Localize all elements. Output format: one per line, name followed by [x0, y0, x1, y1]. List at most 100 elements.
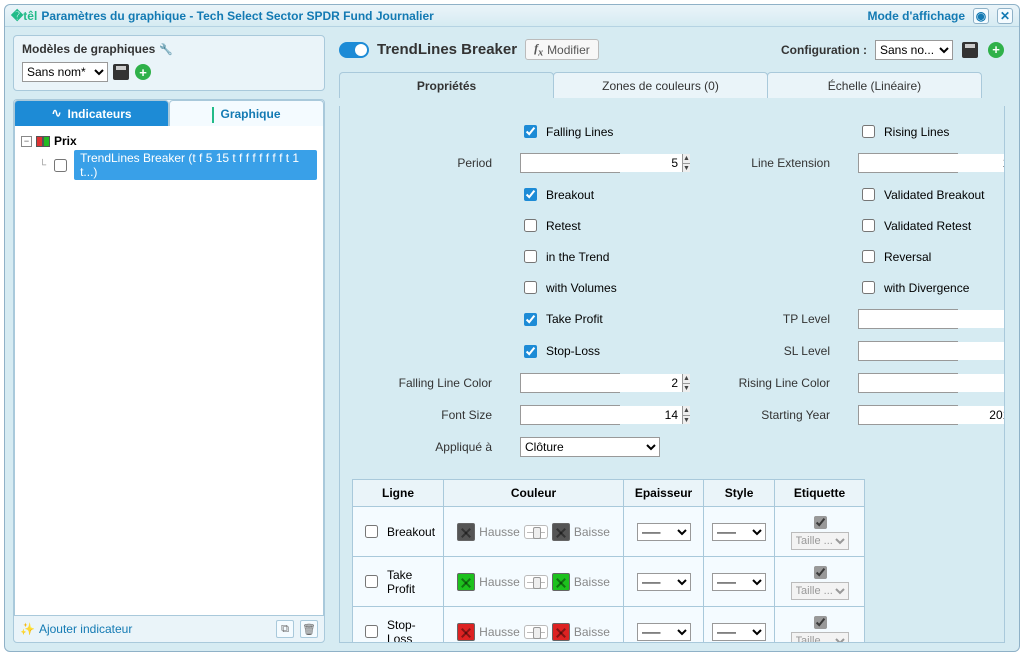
line-extension-label: Line Extension	[684, 156, 834, 170]
properties-panel: Falling Lines Rising Lines Period ▲▼ Lin…	[339, 106, 1005, 643]
sl-label-check[interactable]	[814, 616, 827, 629]
tab-chart[interactable]: Graphique	[169, 100, 324, 126]
in-trend-check[interactable]: in the Trend	[520, 247, 660, 266]
tab-scale[interactable]: Échelle (Linéaire)	[767, 72, 982, 98]
sl-up-color[interactable]	[457, 623, 475, 641]
sl-level-input[interactable]: ▲▼	[858, 341, 958, 361]
plus-icon: +	[988, 42, 1004, 58]
indicator-name: TrendLines Breaker	[377, 41, 517, 58]
breakout-thickness[interactable]: ──	[637, 523, 691, 541]
config-select[interactable]: Sans no...	[875, 40, 953, 60]
tp-up-color[interactable]	[457, 573, 475, 591]
indicator-toggle[interactable]	[339, 42, 369, 58]
model-select[interactable]: Sans nom*	[22, 62, 108, 82]
config-label: Configuration :	[781, 43, 867, 57]
retest-check[interactable]: Retest	[520, 216, 660, 235]
tab-properties-label: Propriétés	[417, 79, 476, 93]
tp-thickness[interactable]: ──	[637, 573, 691, 591]
table-row: Stop-Loss Hausse Baisse ── ── Taille ...	[353, 607, 865, 643]
falling-line-color-input[interactable]: ▲▼	[520, 373, 620, 393]
price-color-swatch	[36, 136, 50, 147]
breakout-style[interactable]: ──	[712, 523, 766, 541]
breakout-check[interactable]: Breakout	[520, 185, 660, 204]
save-model-button[interactable]	[112, 63, 130, 81]
rising-lines-check[interactable]: Rising Lines	[858, 122, 998, 141]
tree-branch-icon: └	[39, 160, 46, 171]
tab-indicators[interactable]: ∿ Indicateurs	[14, 100, 169, 126]
add-model-button[interactable]: +	[134, 63, 152, 81]
applied-to-select[interactable]: Clôture	[520, 437, 660, 457]
models-panel: Modèles de graphiques Sans nom* +	[13, 35, 325, 91]
close-icon[interactable]: ✕	[997, 8, 1013, 24]
sl-label-size[interactable]: Taille ...	[791, 632, 849, 643]
modify-button[interactable]: fx Modifier	[525, 39, 599, 60]
breakout-label-size[interactable]: Taille ...	[791, 532, 849, 550]
indicator-header: TrendLines Breaker fx Modifier Configura…	[333, 35, 1011, 64]
rising-line-color-label: Rising Line Color	[684, 376, 834, 390]
tab-color-zones[interactable]: Zones de couleurs (0)	[553, 72, 768, 98]
with-divergence-check[interactable]: with Divergence	[858, 278, 998, 297]
tree-item-checkbox[interactable]	[54, 159, 67, 172]
row-sl-check[interactable]: Stop-Loss	[361, 618, 435, 643]
row-breakout-check[interactable]: Breakout	[361, 522, 435, 541]
tree-root-price[interactable]: − Prix	[21, 132, 317, 150]
row-tp-check[interactable]: Take Profit	[361, 568, 435, 596]
col-color: Couleur	[444, 480, 624, 507]
tree-root-label: Prix	[54, 134, 77, 148]
indicators-icon: ∿	[51, 106, 61, 121]
rising-line-color-input[interactable]: ▲▼	[858, 373, 958, 393]
falling-lines-check[interactable]: Falling Lines	[520, 122, 660, 141]
titlebar: �têl Paramètres du graphique - Tech Sele…	[5, 5, 1019, 27]
line-extension-input[interactable]: ▲▼	[858, 153, 958, 173]
tp-label-size[interactable]: Taille ...	[791, 582, 849, 600]
sl-style[interactable]: ──	[712, 623, 766, 641]
tree-collapse-icon[interactable]: −	[21, 136, 32, 147]
col-thickness: Epaisseur	[624, 480, 704, 507]
lines-table: Ligne Couleur Epaisseur Style Etiquette …	[352, 479, 865, 643]
breakout-slider[interactable]	[524, 525, 548, 539]
starting-year-input[interactable]: ▲▼	[858, 405, 958, 425]
col-line: Ligne	[353, 480, 444, 507]
sl-slider[interactable]	[524, 625, 548, 639]
add-config-button[interactable]: +	[987, 41, 1005, 59]
validated-breakout-check[interactable]: Validated Breakout	[858, 185, 998, 204]
wrench-icon[interactable]	[159, 42, 173, 56]
starting-year-label: Starting Year	[684, 408, 834, 422]
delete-button[interactable]: 🗑	[300, 620, 318, 638]
fx-icon: fx	[534, 41, 543, 58]
save-config-button[interactable]	[961, 41, 979, 59]
tp-style[interactable]: ──	[712, 573, 766, 591]
sl-thickness[interactable]: ──	[637, 623, 691, 641]
applied-to-label: Appliqué à	[346, 440, 496, 454]
stop-loss-check[interactable]: Stop-Loss	[520, 342, 660, 361]
tab-zones-label: Zones de couleurs (0)	[602, 79, 719, 93]
period-input[interactable]: ▲▼	[520, 153, 620, 173]
breakout-down-color[interactable]	[552, 523, 570, 541]
validated-retest-check[interactable]: Validated Retest	[858, 216, 998, 235]
tp-down-color[interactable]	[552, 573, 570, 591]
app-icon: �têl	[11, 9, 37, 23]
reversal-check[interactable]: Reversal	[858, 247, 998, 266]
models-title: Modèles de graphiques	[22, 42, 155, 56]
chart-icon	[212, 107, 214, 121]
tree-item-label: TrendLines Breaker (t f 5 15 t f f f f f…	[74, 150, 317, 180]
breakout-up-color[interactable]	[457, 523, 475, 541]
duplicate-button[interactable]: ⧉	[276, 620, 294, 638]
tree-item-trendlines[interactable]: └ TrendLines Breaker (t f 5 15 t f f f f…	[39, 150, 317, 180]
tp-slider[interactable]	[524, 575, 548, 589]
breakout-label-check[interactable]	[814, 516, 827, 529]
font-size-input[interactable]: ▲▼	[520, 405, 620, 425]
modify-label: Modifier	[547, 43, 590, 57]
font-size-label: Font Size	[346, 408, 496, 422]
add-indicator-label: Ajouter indicateur	[39, 622, 132, 636]
tp-level-input[interactable]: ▲▼	[858, 309, 958, 329]
sl-down-color[interactable]	[552, 623, 570, 641]
table-row: Breakout Hausse Baisse ── ── Taille ...	[353, 507, 865, 557]
take-profit-check[interactable]: Take Profit	[520, 310, 660, 329]
display-mode-icon[interactable]: ◉	[973, 8, 989, 24]
tp-label-check[interactable]	[814, 566, 827, 579]
col-label: Etiquette	[775, 480, 865, 507]
tab-properties[interactable]: Propriétés	[339, 72, 554, 98]
add-indicator-button[interactable]: Ajouter indicateur	[20, 622, 132, 636]
with-volumes-check[interactable]: with Volumes	[520, 278, 660, 297]
